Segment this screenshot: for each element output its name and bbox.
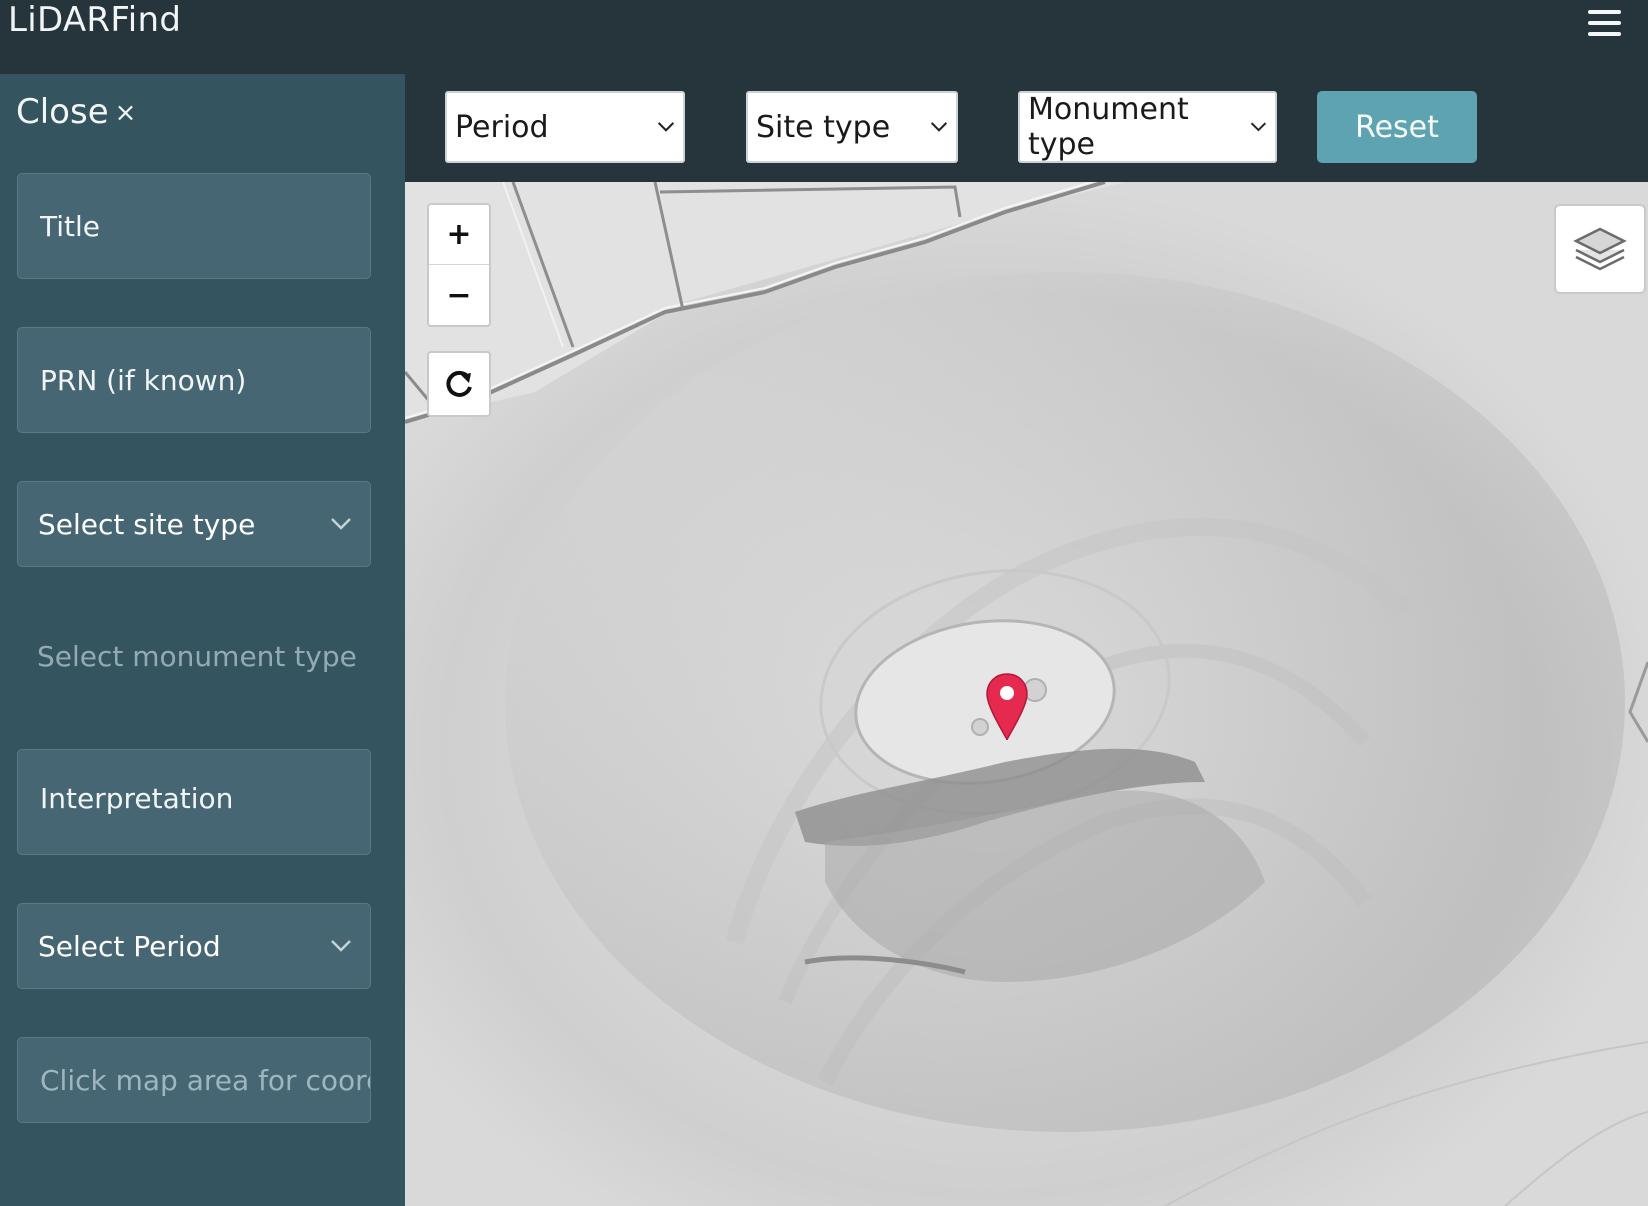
interpretation-field[interactable] [17, 749, 371, 855]
close-label: Close [16, 92, 109, 132]
menu-bar [1588, 10, 1621, 14]
period-select-label: Select Period [38, 929, 221, 963]
chevron-down-icon [1250, 122, 1267, 132]
coordinates-field[interactable] [17, 1037, 371, 1123]
monument-type-filter-label: Monument type [1028, 92, 1189, 162]
layers-icon [1573, 227, 1627, 271]
chevron-down-icon [331, 518, 351, 530]
filter-bar: Period Site type Monument type Reset [405, 74, 1648, 182]
close-icon: × [114, 98, 137, 128]
chevron-down-icon [657, 122, 675, 132]
site-type-filter-select[interactable]: Site type [746, 91, 958, 163]
zoom-in-button[interactable]: + [429, 205, 489, 265]
zoom-out-button[interactable]: − [429, 265, 489, 325]
menu-bar [1588, 21, 1621, 25]
sidebar-form: Close× Select site type Select monument … [0, 74, 405, 1206]
monument-type-select[interactable]: Select monument type [37, 635, 357, 679]
site-type-select[interactable]: Select site type [17, 481, 371, 567]
zoom-control: + − [427, 203, 491, 327]
period-filter-label: Period [455, 109, 549, 145]
site-type-select-label: Select site type [38, 507, 256, 541]
monument-type-filter-select[interactable]: Monument type [1018, 91, 1277, 163]
app-title: LiDARFind [8, 0, 182, 40]
title-field[interactable] [17, 173, 371, 279]
hamburger-menu-icon[interactable] [1584, 4, 1628, 40]
prn-field[interactable] [17, 327, 371, 433]
chevron-down-icon [331, 940, 351, 952]
chevron-down-icon [930, 122, 948, 132]
lidar-map[interactable]: + − [405, 182, 1648, 1206]
menu-bar [1588, 32, 1621, 36]
period-filter-select[interactable]: Period [445, 91, 685, 163]
refresh-icon [446, 370, 472, 397]
reset-button[interactable]: Reset [1317, 91, 1477, 163]
refresh-button[interactable] [427, 351, 491, 417]
app-header: LiDARFind [0, 0, 1648, 74]
map-marker-icon[interactable] [985, 672, 1029, 742]
layers-button[interactable] [1554, 204, 1646, 294]
site-type-filter-label: Site type [756, 109, 891, 145]
period-select[interactable]: Select Period [17, 903, 371, 989]
close-sidebar-button[interactable]: Close × [16, 90, 136, 135]
